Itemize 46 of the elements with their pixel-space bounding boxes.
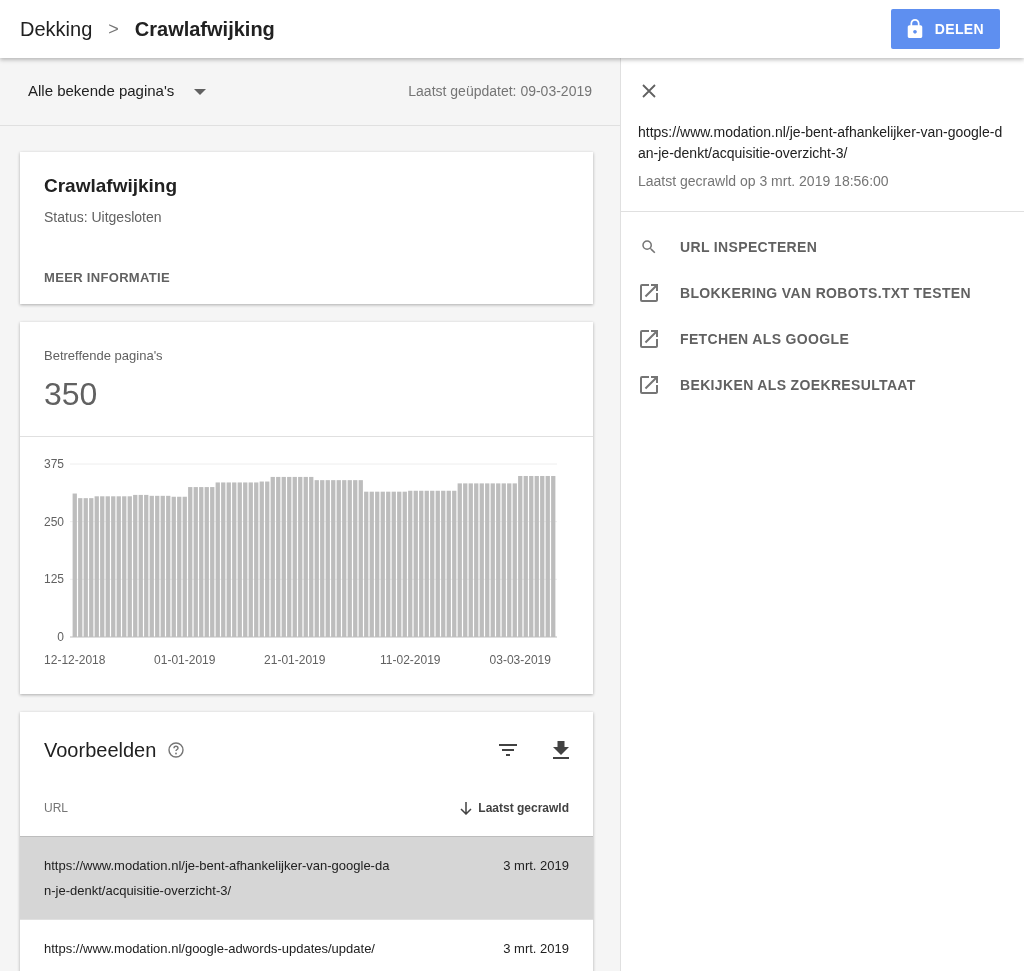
date-cell-text: 3 mrt. 2019 <box>503 940 569 958</box>
close-icon[interactable] <box>642 84 656 98</box>
column-header: URL <box>44 800 68 817</box>
x-axis-label: 12-12-2018 <box>44 653 106 667</box>
help-icon[interactable] <box>168 742 185 758</box>
last-crawled-text: Laatst gecrawld op 3 mrt. 2019 18:56:00 <box>638 172 890 191</box>
status-text: Status: Uitgesloten <box>44 207 163 227</box>
search-icon <box>640 238 658 256</box>
action-link[interactable]: URL INSPECTEREN <box>621 224 1024 270</box>
table-row[interactable]: https://www.modation.nl/je-bent-afhankelijker-van-google-dan-je-denkt/acquisitie-overzicht-3/ 3 mrt. 2019 <box>20 837 593 920</box>
y-axis-label: 250 <box>43 514 64 529</box>
x-axis-label: 03-03-2019 <box>489 653 551 667</box>
action-link[interactable]: FETCHEN ALS GOOGLE <box>621 316 1024 362</box>
open-in-new-icon <box>640 376 658 394</box>
download-icon[interactable] <box>553 741 569 759</box>
more-info-link[interactable]: MEER INFORMATIE <box>44 267 170 287</box>
table-row[interactable]: https://www.modation.nl/google-adwords-updates/update/ 3 mrt. 2019 <box>20 920 593 971</box>
page-url: https://www.modation.nl/je-bent-afhankelijker-van-google-dan-je-denkt/acquisitie-overzicht-3/ <box>638 123 1004 163</box>
open-in-new-icon <box>640 330 658 348</box>
y-axis-label: 125 <box>43 572 64 587</box>
x-axis-label: 01-01-2019 <box>154 653 216 667</box>
x-axis-label: 21-01-2019 <box>264 653 326 667</box>
x-axis-label: 11-02-2019 <box>380 653 441 667</box>
lock-icon <box>906 19 923 39</box>
card-title: Voorbeelden <box>44 738 157 763</box>
dropdown-arrow-icon <box>194 88 207 95</box>
y-axis-label: 0 <box>57 630 64 644</box>
breadcrumb-item: Crawlafwijking <box>134 17 275 42</box>
breadcrumb-item[interactable]: Dekking <box>20 14 93 44</box>
sortable-column-header[interactable]: Laatst gecrawld <box>460 799 569 817</box>
metric-value: 350 <box>44 374 99 414</box>
action-link[interactable]: BEKIJKEN ALS ZOEKRESULTAAT <box>621 362 1024 408</box>
date-cell-text: 3 mrt. 2019 <box>503 857 569 875</box>
card-title: Crawlafwijking <box>44 174 179 198</box>
url-cell-text: https://www.modation.nl/je-bent-afhankelijker-van-google-dan-je-denkt/acquisitie-overzicht-3/ <box>44 857 391 900</box>
sort-arrow-icon <box>460 801 473 815</box>
filter-icon[interactable] <box>499 744 517 756</box>
action-link[interactable]: BLOKKERING VAN ROBOTS.TXT TESTEN <box>621 270 1024 316</box>
metric-label: Betreffende pagina's <box>44 347 164 365</box>
y-axis-label: 375 <box>43 457 64 471</box>
last-updated-text: Laatst geüpdatet: 09-03-2019 <box>408 82 592 101</box>
open-in-new-icon <box>640 284 658 302</box>
pages-dropdown[interactable]: Alle bekende pagina's <box>28 80 207 103</box>
url-cell-text: https://www.modation.nl/google-adwords-updates/update/ <box>44 940 376 958</box>
share-button[interactable]: DELEN <box>890 9 1000 49</box>
breadcrumb-separator: > <box>108 17 119 41</box>
